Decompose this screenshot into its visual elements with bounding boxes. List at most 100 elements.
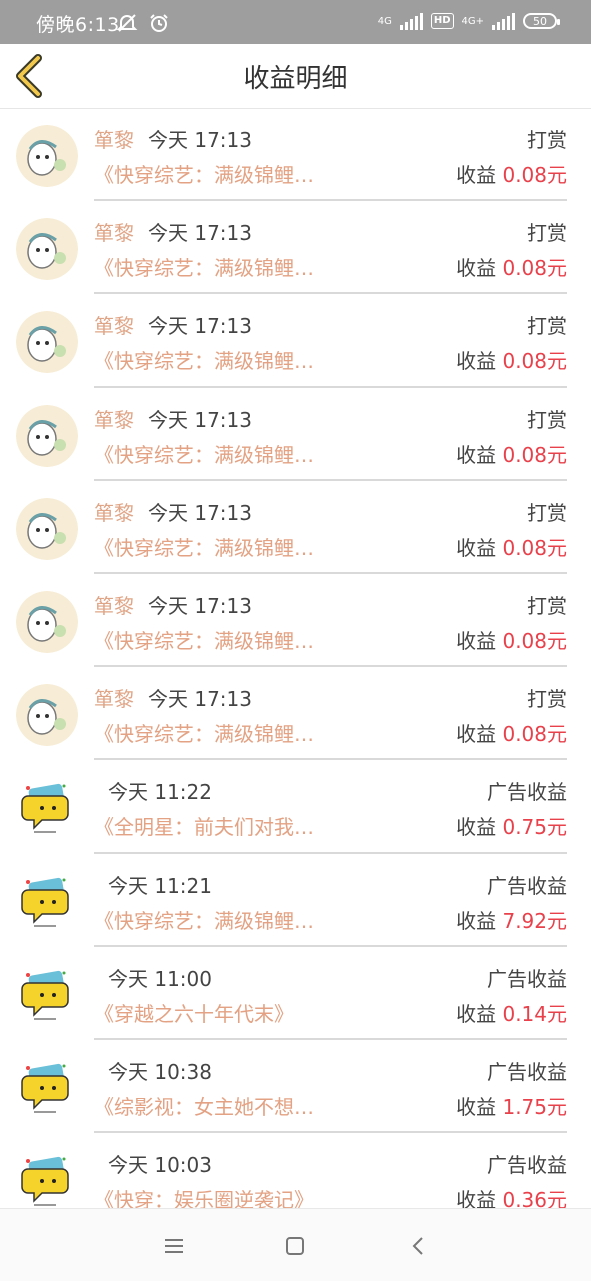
entry-time: 今天 17:13 — [148, 128, 252, 152]
author-name: 箪黎 — [94, 221, 134, 246]
earn-label: 收益 — [456, 815, 497, 840]
entry-type: 打赏 — [527, 593, 567, 618]
alarm-icon — [150, 14, 168, 32]
earnings-row[interactable]: 今天 11:00 广告收益 《穿越之六十年代末》 收益 0.14元 — [0, 949, 591, 1042]
earnings-row[interactable]: 今天 11:21 广告收益 《快穿综艺：满级锦鲤… 收益 7.92元 — [0, 856, 591, 949]
back-triangle-icon — [412, 1237, 423, 1255]
earn-label: 收益 — [456, 1001, 497, 1026]
amount-value: 0.08元 — [502, 442, 567, 467]
row-divider — [94, 292, 567, 295]
earn-label: 收益 — [456, 535, 497, 560]
ad-icon — [20, 874, 74, 928]
row-divider — [94, 944, 567, 947]
earn-label: 收益 — [456, 908, 497, 933]
status-left-icons — [116, 12, 170, 33]
status-right: 4G HD 4G+ 50 — [378, 12, 560, 30]
entry-type: 打赏 — [527, 221, 567, 246]
earning-amount: 收益 0.36元 — [456, 1184, 567, 1208]
earn-label: 收益 — [456, 163, 497, 187]
row-divider — [94, 385, 567, 388]
earning-amount: 收益 0.08元 — [456, 439, 567, 468]
system-nav-bar — [0, 1208, 591, 1281]
user-avatar — [16, 218, 78, 281]
book-title: 《快穿：娱乐圈逆袭记》 — [94, 1188, 314, 1208]
earning-amount: 收益 0.08元 — [456, 718, 567, 747]
earnings-row[interactable]: 箪黎 今天 17:13 打赏 《快穿综艺：满级锦鲤… 收益 0.08元 — [0, 483, 591, 576]
home-square-icon — [286, 1237, 304, 1255]
earning-amount: 收益 0.08元 — [456, 345, 567, 374]
home-button[interactable] — [280, 1231, 310, 1261]
entry-type: 打赏 — [527, 314, 567, 339]
entry-type: 广告收益 — [487, 780, 567, 805]
row-divider — [94, 758, 567, 761]
entry-time: 今天 17:13 — [148, 687, 252, 712]
amount-value: 7.92元 — [502, 908, 567, 933]
ad-icon — [20, 1060, 74, 1114]
entry-type: 打赏 — [527, 128, 567, 152]
earnings-row[interactable]: 箪黎 今天 17:13 打赏 《快穿综艺：满级锦鲤… 收益 0.08元 — [0, 203, 591, 296]
app-header: 收益明细 — [0, 44, 591, 109]
earnings-row[interactable]: 箪黎 今天 17:13 打赏 《快穿综艺：满级锦鲤… 收益 0.08元 — [0, 296, 591, 389]
entry-time: 今天 17:13 — [148, 407, 252, 432]
earn-label: 收益 — [456, 628, 497, 653]
amount-value: 0.08元 — [502, 628, 567, 653]
user-avatar — [16, 497, 78, 560]
entry-type: 广告收益 — [487, 966, 567, 991]
author-name: 箪黎 — [94, 593, 134, 618]
earnings-row[interactable]: 今天 10:03 广告收益 《快穿：娱乐圈逆袭记》 收益 0.36元 — [0, 1135, 591, 1208]
book-title: 《快穿综艺：满级锦鲤… — [94, 535, 314, 560]
author-name: 箪黎 — [94, 687, 134, 712]
earning-amount: 收益 0.75元 — [456, 811, 567, 840]
entry-time: 今天 17:13 — [148, 500, 252, 525]
entry-type: 广告收益 — [487, 873, 567, 898]
row-divider — [94, 1131, 567, 1134]
row-divider — [94, 851, 567, 854]
book-title: 《综影视：女主她不想… — [94, 1094, 314, 1119]
amount-value: 0.08元 — [502, 163, 567, 187]
book-title: 《快穿综艺：满级锦鲤… — [94, 163, 314, 187]
ad-icon — [20, 1153, 74, 1207]
menu-button[interactable] — [159, 1231, 189, 1261]
earnings-row[interactable]: 今天 10:38 广告收益 《综影视：女主她不想… 收益 1.75元 — [0, 1042, 591, 1135]
earnings-list[interactable]: 箪黎 今天 17:13 打赏 《快穿综艺：满级锦鲤… 收益 0.08元 箪黎 今天 17… — [0, 110, 591, 1208]
row-divider — [94, 199, 567, 202]
author-name: 箪黎 — [94, 314, 134, 339]
signal-icon — [399, 12, 423, 30]
entry-type: 打赏 — [527, 500, 567, 525]
hd-badge: HD — [430, 13, 454, 29]
entry-time: 今天 17:13 — [148, 221, 252, 246]
battery-level: 50 — [533, 14, 547, 28]
earnings-row[interactable]: 今天 11:22 广告收益 《全明星：前夫们对我… 收益 0.75元 — [0, 762, 591, 855]
amount-value: 0.36元 — [502, 1188, 567, 1208]
user-avatar — [16, 590, 78, 653]
book-title: 《快穿综艺：满级锦鲤… — [94, 722, 314, 747]
book-title: 《穿越之六十年代末》 — [94, 1001, 294, 1026]
nav-back-button[interactable] — [404, 1231, 434, 1261]
status-bar: 傍晚6:13 4G HD 4G+ 50 — [0, 0, 591, 44]
menu-icon — [165, 1239, 183, 1253]
status-time: 傍晚6:13 — [36, 14, 120, 36]
entry-type: 打赏 — [527, 407, 567, 432]
book-title: 《快穿综艺：满级锦鲤… — [94, 442, 314, 467]
earnings-row[interactable]: 箪黎 今天 17:13 打赏 《快穿综艺：满级锦鲤… 收益 0.08元 — [0, 669, 591, 762]
battery-icon: 50 — [523, 13, 560, 29]
row-divider — [94, 1037, 567, 1040]
page-title: 收益明细 — [243, 64, 348, 94]
entry-type: 广告收益 — [487, 1059, 567, 1084]
amount-value: 0.08元 — [502, 349, 567, 374]
author-name: 箪黎 — [94, 407, 134, 432]
earning-amount: 收益 0.08元 — [456, 532, 567, 561]
user-avatar — [16, 125, 78, 187]
user-avatar — [16, 311, 78, 374]
earnings-row[interactable]: 箪黎 今天 17:13 打赏 《快穿综艺：满级锦鲤… 收益 0.08元 — [0, 110, 591, 203]
entry-time: 今天 17:13 — [148, 593, 252, 618]
entry-time: 今天 10:38 — [108, 1059, 212, 1084]
entry-time: 今天 17:13 — [148, 314, 252, 339]
entry-time: 今天 11:00 — [108, 966, 212, 991]
earning-amount: 收益 0.14元 — [456, 998, 567, 1027]
amount-value: 0.75元 — [502, 815, 567, 840]
earnings-row[interactable]: 箪黎 今天 17:13 打赏 《快穿综艺：满级锦鲤… 收益 0.08元 — [0, 576, 591, 669]
earnings-row[interactable]: 箪黎 今天 17:13 打赏 《快穿综艺：满级锦鲤… 收益 0.08元 — [0, 390, 591, 483]
mute-bell-icon — [116, 14, 138, 32]
earning-amount: 收益 0.08元 — [456, 252, 567, 281]
